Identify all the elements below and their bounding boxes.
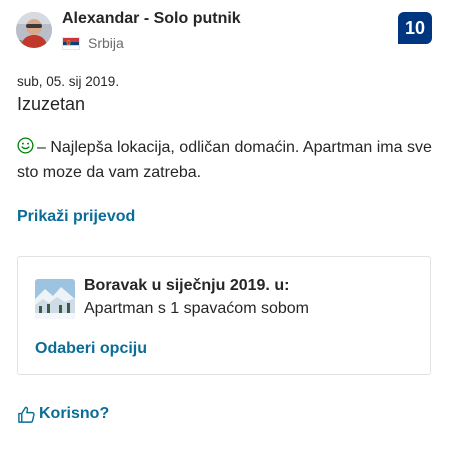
choose-option-link[interactable]: Odaberi opciju: [35, 340, 147, 358]
property-thumbnail: [35, 279, 75, 319]
review-text-content: – Najlepša lokacija, odličan domaćin. Ap…: [17, 139, 432, 181]
stay-room-type: Apartman s 1 spavaćom sobom: [84, 300, 309, 317]
serbia-flag-icon: [62, 36, 80, 50]
stay-info-card: Boravak u siječnju 2019. u: Apartman s 1…: [17, 256, 431, 375]
smile-icon: [17, 137, 34, 154]
review-title: Izuzetan: [17, 94, 86, 114]
helpful-button[interactable]: Korisno?: [17, 403, 109, 425]
review-positive-text: – Najlepša lokacija, odličan domaćin. Ap…: [17, 135, 432, 185]
review-date: sub, 05. sij 2019.: [17, 74, 120, 89]
reviewer-country: Srbija: [62, 34, 124, 52]
review-card: Alexandar - Solo putnik Srbija 10 sub, 0…: [0, 0, 450, 450]
thumbs-up-icon: [18, 406, 35, 423]
stay-heading: Boravak u siječnju 2019. u:: [84, 277, 290, 294]
country-label: Srbija: [88, 35, 124, 51]
score-badge: 10: [398, 12, 432, 44]
reviewer-name: Alexandar - Solo putnik: [62, 10, 241, 27]
show-translation-link[interactable]: Prikaži prijevod: [17, 208, 135, 226]
avatar: [16, 12, 52, 48]
reviewer-header: Alexandar - Solo putnik Srbija 10: [16, 10, 434, 58]
helpful-label[interactable]: Korisno?: [39, 405, 109, 423]
